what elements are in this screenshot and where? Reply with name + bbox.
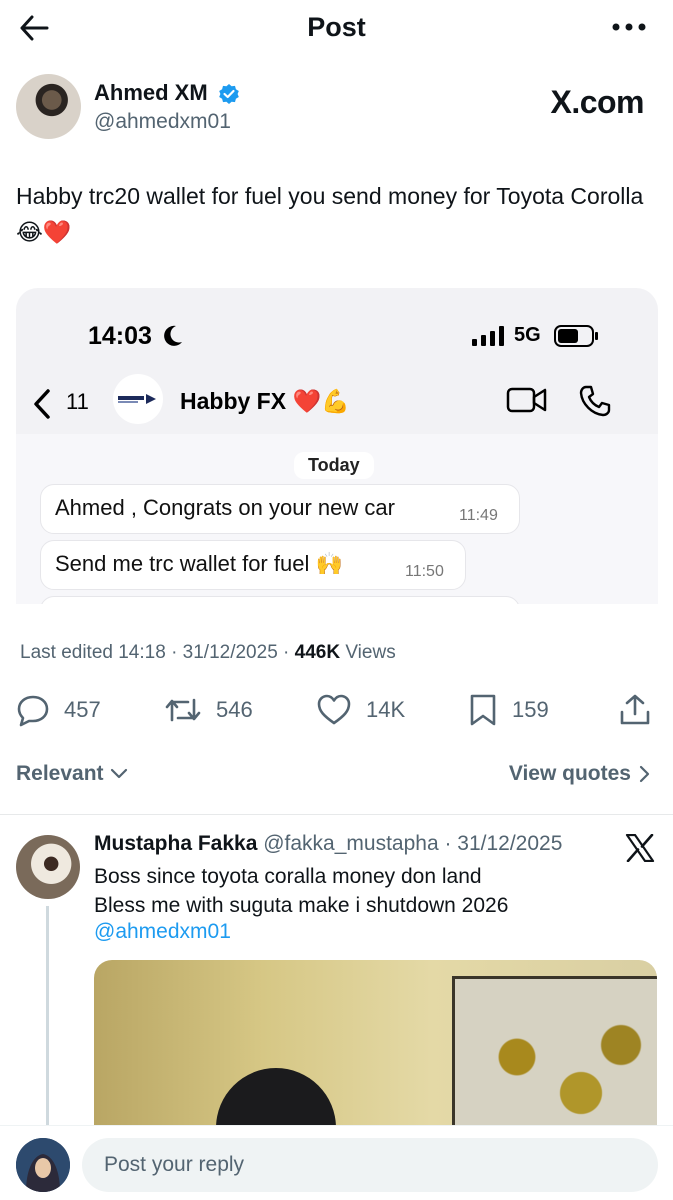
divider [0,814,673,815]
wall-art [452,976,657,1125]
reply-composer [0,1125,673,1200]
reply-text-line: Bless me with suguta make i shutdown 202… [94,894,509,917]
network-type: 5G [514,324,541,346]
views-count: 446K [294,642,341,663]
sort-replies-dropdown[interactable]: Relevant [16,762,128,786]
chat-message-time: 11:50 [405,563,444,580]
reply-input[interactable] [82,1138,658,1192]
post-text: Habby trc20 wallet for fuel you send mon… [16,183,644,245]
video-call-icon [506,387,547,413]
chat-message-partial [40,596,520,604]
habby-logo-icon [118,394,156,404]
reply-mention-link[interactable]: @ahmedxm01 [94,920,231,944]
embedded-clock: 14:03 [88,322,152,350]
share-icon [620,694,650,725]
author-avatar[interactable] [16,74,81,139]
views-label: Views [340,642,396,663]
post-author: Ahmed XM @ahmedxm01 X.com [16,74,656,144]
sort-label: Relevant [16,762,104,785]
signal-bars-icon [472,326,504,346]
reply-handle-date[interactable]: @fakka_mustapha · 31/12/2025 [257,832,562,855]
author-name[interactable]: Ahmed XM [94,80,208,106]
reply-media-image[interactable] [94,960,657,1125]
post-meta: Last edited 14:18 · 31/12/2025 · 446K Vi… [20,642,396,664]
action-bar: 457 546 14K 159 [0,690,673,730]
reply-author-name[interactable]: Mustapha Fakka [94,832,257,855]
bookmark-icon [470,694,496,726]
edited-timestamp[interactable]: Last edited 14:18 · 31/12/2025 · [20,642,295,663]
x-logo-icon [625,834,655,862]
battery-icon [554,325,598,347]
unread-count: 11 [66,389,89,414]
like-button[interactable]: 14K [316,690,405,730]
wall-art-paint [485,1009,645,1125]
repost-icon [165,698,201,722]
reply-bubble-icon [17,695,49,727]
chat-message: Send me trc wallet for fuel 🙌 11:50 [40,540,466,590]
date-pill: Today [294,452,374,479]
reply-header: Mustapha Fakka @fakka_mustapha · 31/12/2… [94,832,562,856]
chevron-right-icon [639,765,650,783]
author-handle[interactable]: @ahmedxm01 [94,110,231,134]
phone-call-icon [579,385,611,417]
embedded-status-bar: 14:03 5G [16,288,658,380]
reply-author-avatar[interactable] [16,835,80,899]
view-quotes-label: View quotes [508,762,631,785]
reply-button[interactable]: 457 [16,690,101,730]
current-user-avatar[interactable] [16,1138,70,1192]
person-cap [216,1068,336,1125]
thread-line [46,906,49,1126]
heart-icon [317,694,351,725]
page-title: Post [307,12,366,42]
view-quotes-link[interactable]: View quotes [509,762,651,786]
embedded-chat-body: Today Ahmed , Congrats on your new car 1… [16,434,658,604]
contact-avatar [113,374,163,424]
top-bar: Post [0,0,673,56]
verified-badge-icon [219,84,239,104]
chat-message: Ahmed , Congrats on your new car 11:49 [40,484,520,534]
reply-count: 457 [64,697,101,722]
reply-text: Boss since toyota coralla money don land… [94,862,508,920]
share-button[interactable] [618,690,652,730]
repost-count: 546 [216,697,253,722]
contact-name: Habby FX ❤️💪 [180,388,350,414]
chevron-left-icon [34,389,50,419]
moon-icon [164,325,182,346]
more-dots-icon [612,23,646,31]
bookmark-count: 159 [512,697,549,722]
repost-button[interactable]: 546 [164,690,253,730]
bookmark-button[interactable]: 159 [468,690,549,730]
reply-text-line: Boss since toyota coralla money don land [94,865,482,888]
chat-message-time: 11:49 [459,507,498,524]
post-media-screenshot[interactable]: 14:03 5G 11 Habby FX ❤️💪 Today Ahmed , C… [16,288,658,604]
chat-message-text: Ahmed , Congrats on your new car [55,495,395,520]
user-avatar-icon [16,1138,70,1192]
embedded-chat-header: 11 Habby FX ❤️💪 [16,374,658,434]
like-count: 14K [366,697,406,722]
chevron-down-icon [110,768,127,779]
more-options-button[interactable] [609,12,649,42]
x-com-logo: X.com [550,84,644,120]
chat-message-text: Send me trc wallet for fuel 🙌 [55,551,343,576]
